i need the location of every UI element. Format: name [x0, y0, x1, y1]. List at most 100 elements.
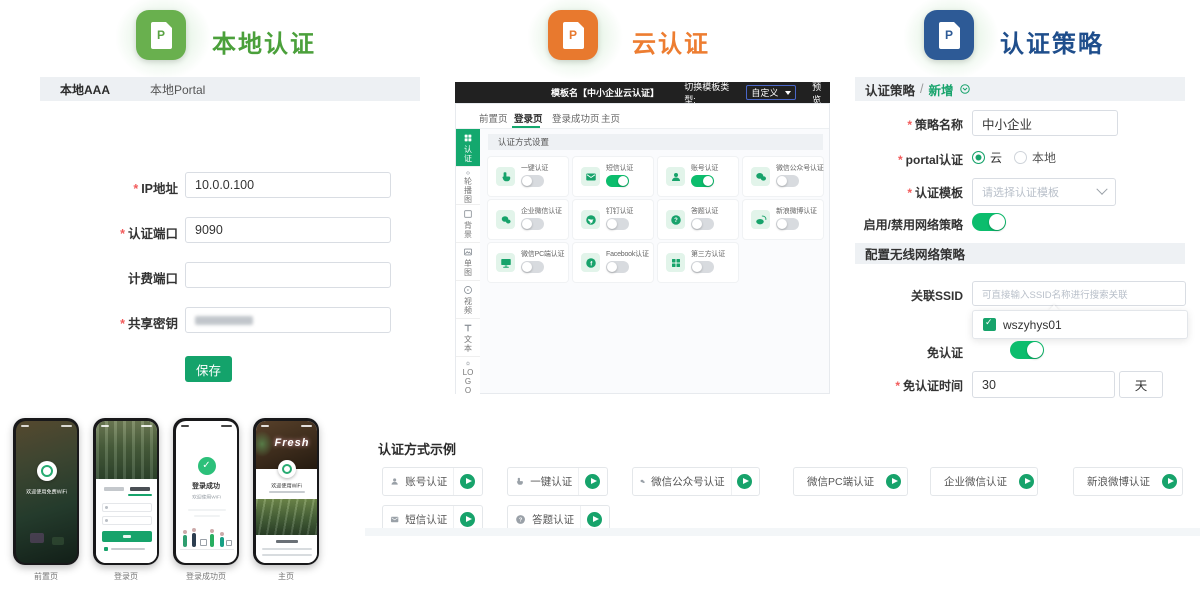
play-icon[interactable] [737, 474, 752, 489]
radio-cloud[interactable]: 云 [972, 149, 1002, 166]
toggle-card-account: 账号认证 [658, 157, 738, 196]
tab-front-page[interactable]: 前置页 [479, 111, 508, 125]
toggle-card-dingtalk: 钉钉认证 [573, 200, 653, 239]
account-toggle[interactable] [691, 175, 714, 187]
login-tab-2[interactable] [130, 487, 150, 491]
preview-button[interactable]: 预览 [812, 80, 830, 106]
sidebar-item-auth[interactable]: 认证 [456, 129, 480, 167]
play-icon[interactable] [886, 474, 901, 489]
cloud-auth-title: 云认证 [632, 24, 710, 59]
phone-field[interactable] [102, 503, 152, 512]
auth-template-select[interactable]: 请选择认证模板 [972, 178, 1116, 206]
tab-login-page[interactable]: 登录页 [514, 111, 543, 125]
sidebar-item-background[interactable]: 背景 [456, 205, 480, 243]
play-icon[interactable] [1019, 474, 1034, 489]
free-time-unit: 天 [1119, 371, 1163, 398]
save-button[interactable]: 保存 [185, 356, 232, 382]
tab-login-success-page[interactable]: 登录成功页 [552, 111, 600, 125]
sms-toggle[interactable] [606, 175, 629, 187]
login-tab-1[interactable] [104, 487, 124, 491]
caption-front-page: 前置页 [13, 571, 79, 582]
ip-input[interactable]: 10.0.0.100 [185, 172, 391, 198]
play-icon[interactable] [587, 512, 602, 527]
phone-home-page: Fresh 欢迎使用WiFi [253, 418, 319, 565]
enable-policy-toggle[interactable] [972, 213, 1006, 231]
switch-type-label: 切换模板类型: [684, 80, 740, 106]
sidebar-item-single-image[interactable]: 单图 [456, 243, 480, 281]
ssid-input[interactable]: 可直接输入SSID名称进行搜索关联 [972, 281, 1186, 306]
acct-port-input[interactable] [185, 262, 391, 288]
wechat-pc-toggle[interactable] [521, 261, 544, 273]
auth-port-input[interactable]: 9090 [185, 217, 391, 243]
secret-input[interactable] [185, 307, 391, 333]
policy-name-input[interactable]: 中小企业 [972, 110, 1118, 136]
checkbox-checked-icon[interactable] [983, 318, 996, 331]
example-wechat-official-auth[interactable]: 微信公众号认证 [632, 467, 760, 496]
status-time [261, 425, 269, 427]
tab-local-aaa[interactable]: 本地AAA [60, 81, 110, 98]
example-wechat-pc-auth[interactable]: 微信PC端认证 [793, 467, 908, 496]
agreement-text [111, 548, 145, 550]
quiz-toggle[interactable] [691, 218, 714, 230]
play-icon[interactable] [460, 474, 475, 489]
tab-underline [128, 494, 152, 496]
tab-local-portal[interactable]: 本地Portal [150, 81, 205, 98]
play-icon[interactable] [460, 512, 475, 527]
ip-label: *IP地址 [80, 178, 178, 197]
play-icon[interactable] [585, 474, 600, 489]
home-welcome-text: 欢迎使用WiFi [260, 481, 312, 489]
brand-logo [278, 460, 296, 478]
example-weibo-auth[interactable]: 新浪微博认证 [1073, 467, 1183, 496]
sidebar-item-video[interactable]: 视频 [456, 281, 480, 319]
sidebar-item-text[interactable]: 文本 [456, 319, 480, 357]
enable-policy-label: 启用/禁用网络策略 [813, 216, 963, 233]
wechat-icon [640, 475, 645, 488]
policy-name-label: *策略名称 [813, 116, 963, 133]
store-photo [96, 421, 157, 479]
weibo-toggle[interactable] [776, 218, 799, 230]
example-onekey-auth[interactable]: 一键认证 [507, 467, 608, 496]
free-auth-toggle[interactable] [1010, 341, 1044, 359]
tab-home-page[interactable]: 主页 [601, 111, 620, 125]
photo-detail [30, 533, 44, 543]
radio-local[interactable]: 本地 [1014, 149, 1056, 166]
phone-login-success-page: 登录成功 欢迎使用WiFi [173, 418, 239, 565]
onekey-toggle[interactable] [521, 175, 544, 187]
faint-line [194, 515, 220, 517]
template-name: 模板名【中小企业云认证】 [551, 86, 658, 99]
merchant-card [256, 535, 317, 563]
success-title: 登录成功 [176, 481, 237, 491]
svg-text:?: ? [674, 218, 678, 224]
free-time-input[interactable]: 30 [972, 371, 1115, 398]
ssid-dropdown: wszyhys01 [972, 310, 1188, 339]
toggle-card-quiz: ? 答题认证 [658, 200, 738, 239]
policy-breadcrumb: 认证策略 / 新增 [855, 77, 1185, 101]
active-tab-underline [512, 126, 540, 128]
ssid-label: 关联SSID [813, 287, 963, 304]
facebook-toggle[interactable] [606, 261, 629, 273]
toggle-card-wechat-pc: 微信PC端认证 [488, 243, 568, 282]
dingtalk-toggle[interactable] [606, 218, 629, 230]
sms-icon [581, 167, 600, 186]
question-icon: ? [515, 513, 526, 526]
toggle-card-facebook: f Facebook认证 [573, 243, 653, 282]
collapse-icon[interactable] [959, 83, 971, 95]
template-type-select[interactable]: 自定义 [746, 85, 796, 100]
example-account-auth[interactable]: 账号认证 [382, 467, 483, 496]
toggle-card-thirdparty: 第三方认证 [658, 243, 738, 282]
sidebar-item-carousel[interactable]: 轮播图 [456, 167, 480, 205]
example-wecom-auth[interactable]: 企业微信认证 [930, 467, 1038, 496]
code-field[interactable] [102, 516, 152, 525]
play-icon[interactable] [1162, 474, 1177, 489]
wecom-toggle[interactable] [521, 218, 544, 230]
cloud-toolbar: 模板名【中小企业云认证】 切换模板类型: 自定义 预览 [455, 82, 830, 103]
sidebar-item-logo[interactable]: LOGO [456, 357, 480, 395]
phone-login-page [93, 418, 159, 565]
wechat-official-toggle[interactable] [776, 175, 799, 187]
weibo-icon [751, 210, 770, 229]
fresh-neon-text: Fresh [262, 437, 317, 449]
agree-checkbox[interactable] [104, 547, 108, 551]
facebook-icon: f [581, 253, 600, 272]
thirdparty-toggle[interactable] [691, 261, 714, 273]
ssid-option[interactable]: wszyhys01 [1003, 318, 1062, 332]
